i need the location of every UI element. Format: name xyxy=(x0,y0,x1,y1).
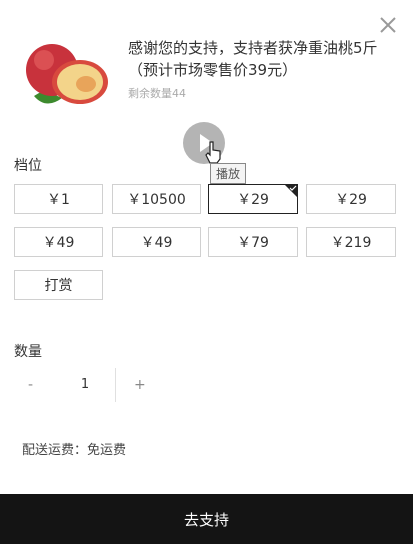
tier-option[interactable]: ￥219 xyxy=(306,227,396,257)
close-icon[interactable] xyxy=(377,14,399,36)
tier-option[interactable]: ￥10500 xyxy=(112,184,201,214)
quantity-label: 数量 xyxy=(14,344,42,360)
tip-option[interactable]: 打赏 xyxy=(14,270,103,300)
product-title: 感谢您的支持，支持者获净重油桃5斤（预计市场零售价39元） xyxy=(128,39,378,79)
play-tooltip: 播放 xyxy=(210,163,247,184)
tier-option[interactable]: ￥49 xyxy=(112,227,201,257)
quantity-divider xyxy=(115,368,116,402)
remaining-count: 剩余数量44 xyxy=(128,87,186,100)
tier-option[interactable]: ￥49 xyxy=(14,227,103,257)
hand-cursor-icon xyxy=(204,140,224,164)
quantity-value[interactable]: 1 xyxy=(70,377,100,392)
tier-label: 档位 xyxy=(14,158,42,174)
tier-option-selected[interactable]: ￥29 xyxy=(208,184,298,214)
tier-option[interactable]: ￥79 xyxy=(208,227,298,257)
quantity-plus-button[interactable]: + xyxy=(134,377,146,393)
tier-option[interactable]: ￥1 xyxy=(14,184,103,214)
shipping-fee: 配送运费：免运费 xyxy=(22,443,127,458)
product-image xyxy=(22,38,116,108)
check-corner-icon xyxy=(284,184,298,198)
tier-option[interactable]: ￥29 xyxy=(306,184,396,214)
support-submit-button[interactable]: 去支持 xyxy=(0,494,413,544)
tier-option-label: ￥29 xyxy=(237,192,269,208)
quantity-minus-button[interactable]: - xyxy=(28,377,33,393)
